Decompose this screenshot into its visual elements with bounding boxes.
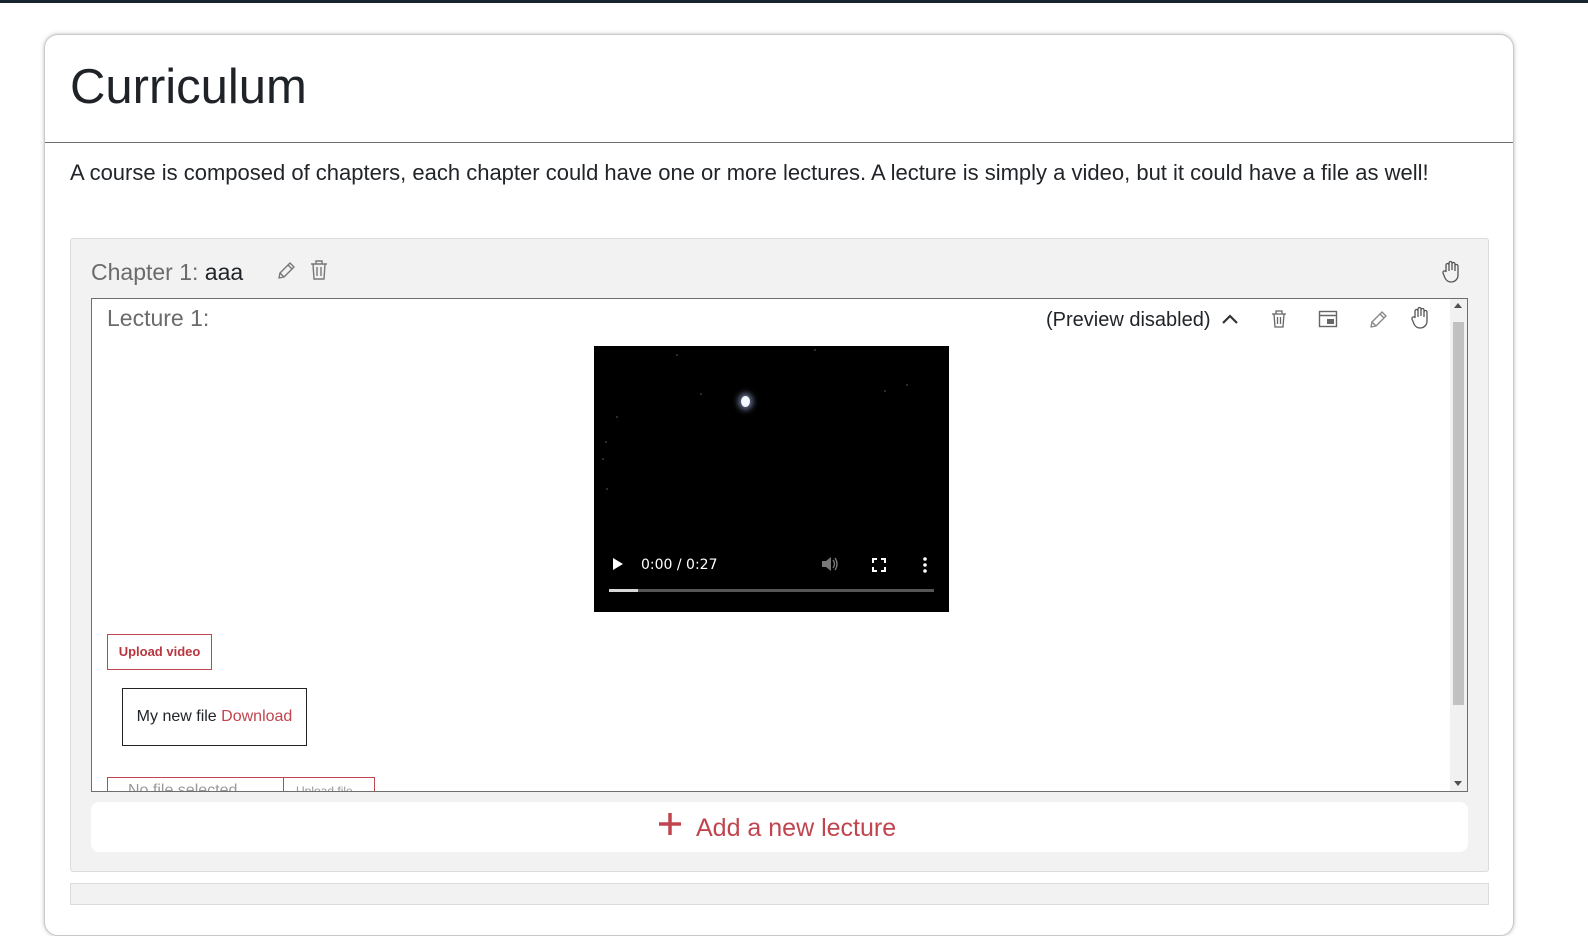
file-name: My new file	[136, 708, 217, 725]
video-progress-bar[interactable]	[609, 589, 934, 592]
hand-drag-icon[interactable]	[1410, 306, 1432, 330]
video-time: 0:00 / 0:27	[641, 557, 718, 573]
window-icon[interactable]	[1318, 310, 1338, 328]
file-input[interactable]: No file selected	[107, 777, 284, 791]
pencil-icon[interactable]	[1367, 309, 1389, 331]
lecture-file: My new file Download	[122, 688, 307, 746]
chapter-name: aaa	[204, 259, 244, 285]
scroll-up-arrow[interactable]	[1454, 303, 1462, 308]
fullscreen-icon[interactable]	[872, 558, 886, 572]
page-description: A course is composed of chapters, each c…	[70, 160, 1429, 185]
pencil-icon[interactable]	[275, 260, 297, 282]
video-player[interactable]: 0:00 / 0:27	[594, 346, 949, 612]
add-lecture-button[interactable]: Add a new lecture	[91, 802, 1468, 852]
chapter-prefix: Chapter 1:	[91, 259, 199, 285]
card-header: Curriculum	[45, 35, 1513, 143]
upload-file-button[interactable]: Upload file	[283, 777, 375, 791]
next-chapter-panel	[70, 883, 1489, 905]
video-progress-fill	[609, 589, 639, 592]
video-frame-moon	[741, 396, 750, 407]
plus-icon	[657, 811, 683, 837]
top-bar	[0, 0, 1588, 3]
chapter-panel: Chapter 1: aaa Lecture 1: (Preview disab…	[70, 238, 1489, 872]
trash-icon[interactable]	[309, 259, 329, 281]
lecture-panel: Lecture 1: (Preview disabled) 0:00 / 0:2…	[91, 298, 1468, 792]
download-link[interactable]: Download	[221, 708, 292, 725]
volume-icon[interactable]	[821, 556, 839, 572]
page-title: Curriculum	[70, 60, 307, 114]
preview-status: (Preview disabled)	[1046, 309, 1211, 331]
more-icon[interactable]	[923, 557, 927, 573]
add-lecture-label: Add a new lecture	[696, 814, 897, 842]
curriculum-card: Curriculum A course is composed of chapt…	[44, 34, 1514, 936]
play-icon[interactable]	[612, 557, 624, 571]
trash-icon[interactable]	[1270, 309, 1288, 329]
lecture-title: Lecture 1:	[107, 305, 210, 331]
lecture-scrollbar[interactable]	[1450, 299, 1467, 791]
scroll-thumb[interactable]	[1453, 322, 1464, 705]
chevron-up-icon[interactable]	[1220, 312, 1240, 326]
scroll-down-arrow[interactable]	[1454, 781, 1462, 786]
chapter-title: Chapter 1: aaa	[91, 259, 243, 286]
hand-drag-icon[interactable]	[1441, 260, 1463, 284]
upload-video-button[interactable]: Upload video	[107, 634, 212, 670]
